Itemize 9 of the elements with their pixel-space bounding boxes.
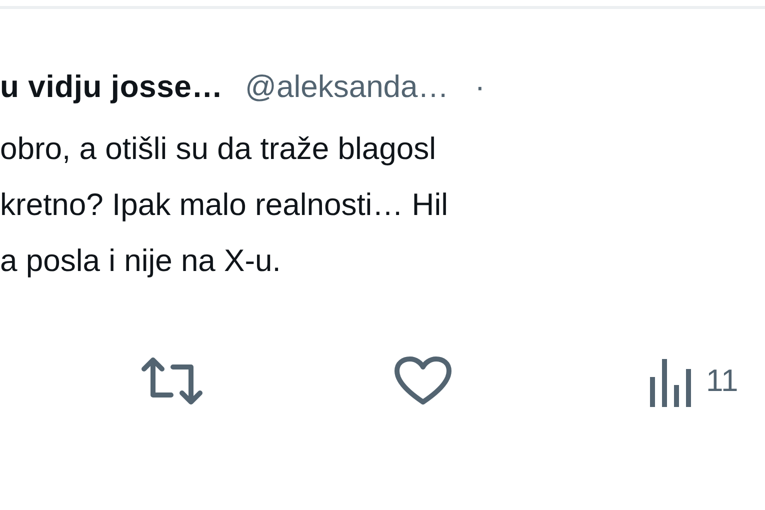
repost-icon[interactable]	[140, 355, 204, 407]
author-name[interactable]: u vidju josse…	[0, 69, 223, 105]
author-handle[interactable]: @aleksanda…	[244, 69, 449, 105]
tweet-text-line: kretno? Ipak malo realnosti… Hil	[0, 186, 449, 224]
tweet-text-line: obro, a otišli su da traže blagosl	[0, 130, 437, 168]
heart-icon[interactable]	[394, 356, 452, 406]
view-count: 11	[706, 363, 738, 399]
tweet-text-line: a posla i nije na X-u.	[0, 242, 282, 280]
separator-dot: ·	[474, 69, 486, 105]
